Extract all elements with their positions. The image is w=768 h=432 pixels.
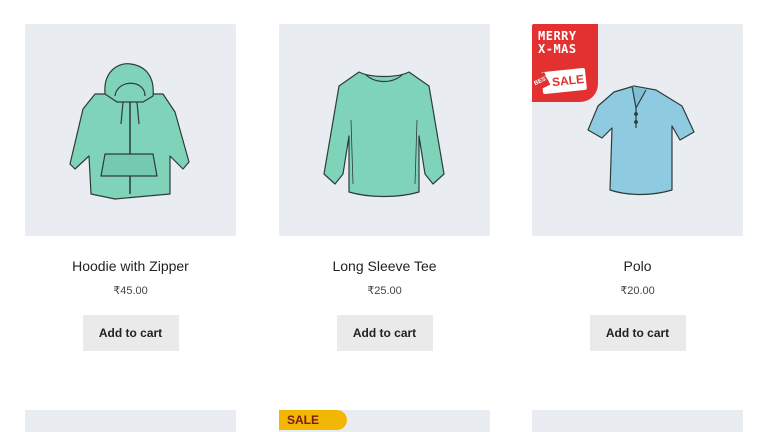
product-card-long-sleeve-tee: Long Sleeve Tee ₹25.00 Add to cart: [279, 24, 490, 351]
product-title[interactable]: Polo: [532, 258, 743, 274]
long-sleeve-tee-illustration: [323, 71, 445, 198]
product-title[interactable]: Hoodie with Zipper: [25, 258, 236, 274]
product-title[interactable]: Long Sleeve Tee: [279, 258, 490, 274]
product-card-polo: MERRY X-MAS BEST SALE Polo ₹20.00 Add to…: [532, 24, 743, 351]
sale-badge: SALE: [279, 410, 347, 430]
hoodie-illustration: [69, 63, 190, 200]
product-card-hoodie: Hoodie with Zipper ₹45.00 Add to cart: [25, 24, 236, 351]
add-to-cart-button[interactable]: Add to cart: [336, 315, 433, 351]
product-image-long-sleeve-tee[interactable]: [279, 24, 490, 236]
add-to-cart-button[interactable]: Add to cart: [82, 315, 179, 351]
product-image-polo[interactable]: MERRY X-MAS BEST SALE: [532, 24, 743, 236]
christmas-sale-badge: MERRY X-MAS BEST SALE: [532, 24, 602, 106]
add-to-cart-button[interactable]: Add to cart: [589, 315, 686, 351]
badge-line-xmas: X-MAS: [538, 42, 577, 56]
sale-label: SALE: [551, 71, 585, 90]
product-grid: Hoodie with Zipper ₹45.00 Add to cart Lo…: [0, 0, 768, 432]
product-image-row2-1[interactable]: [25, 410, 236, 432]
product-image-row2-3[interactable]: [532, 410, 743, 432]
product-price: ₹45.00: [113, 285, 148, 297]
product-price: ₹20.00: [620, 285, 655, 297]
badge-line-merry: MERRY: [538, 29, 577, 43]
sale-tag: BEST SALE: [532, 67, 588, 95]
product-image-hoodie[interactable]: [25, 24, 236, 236]
product-price: ₹25.00: [367, 285, 402, 297]
